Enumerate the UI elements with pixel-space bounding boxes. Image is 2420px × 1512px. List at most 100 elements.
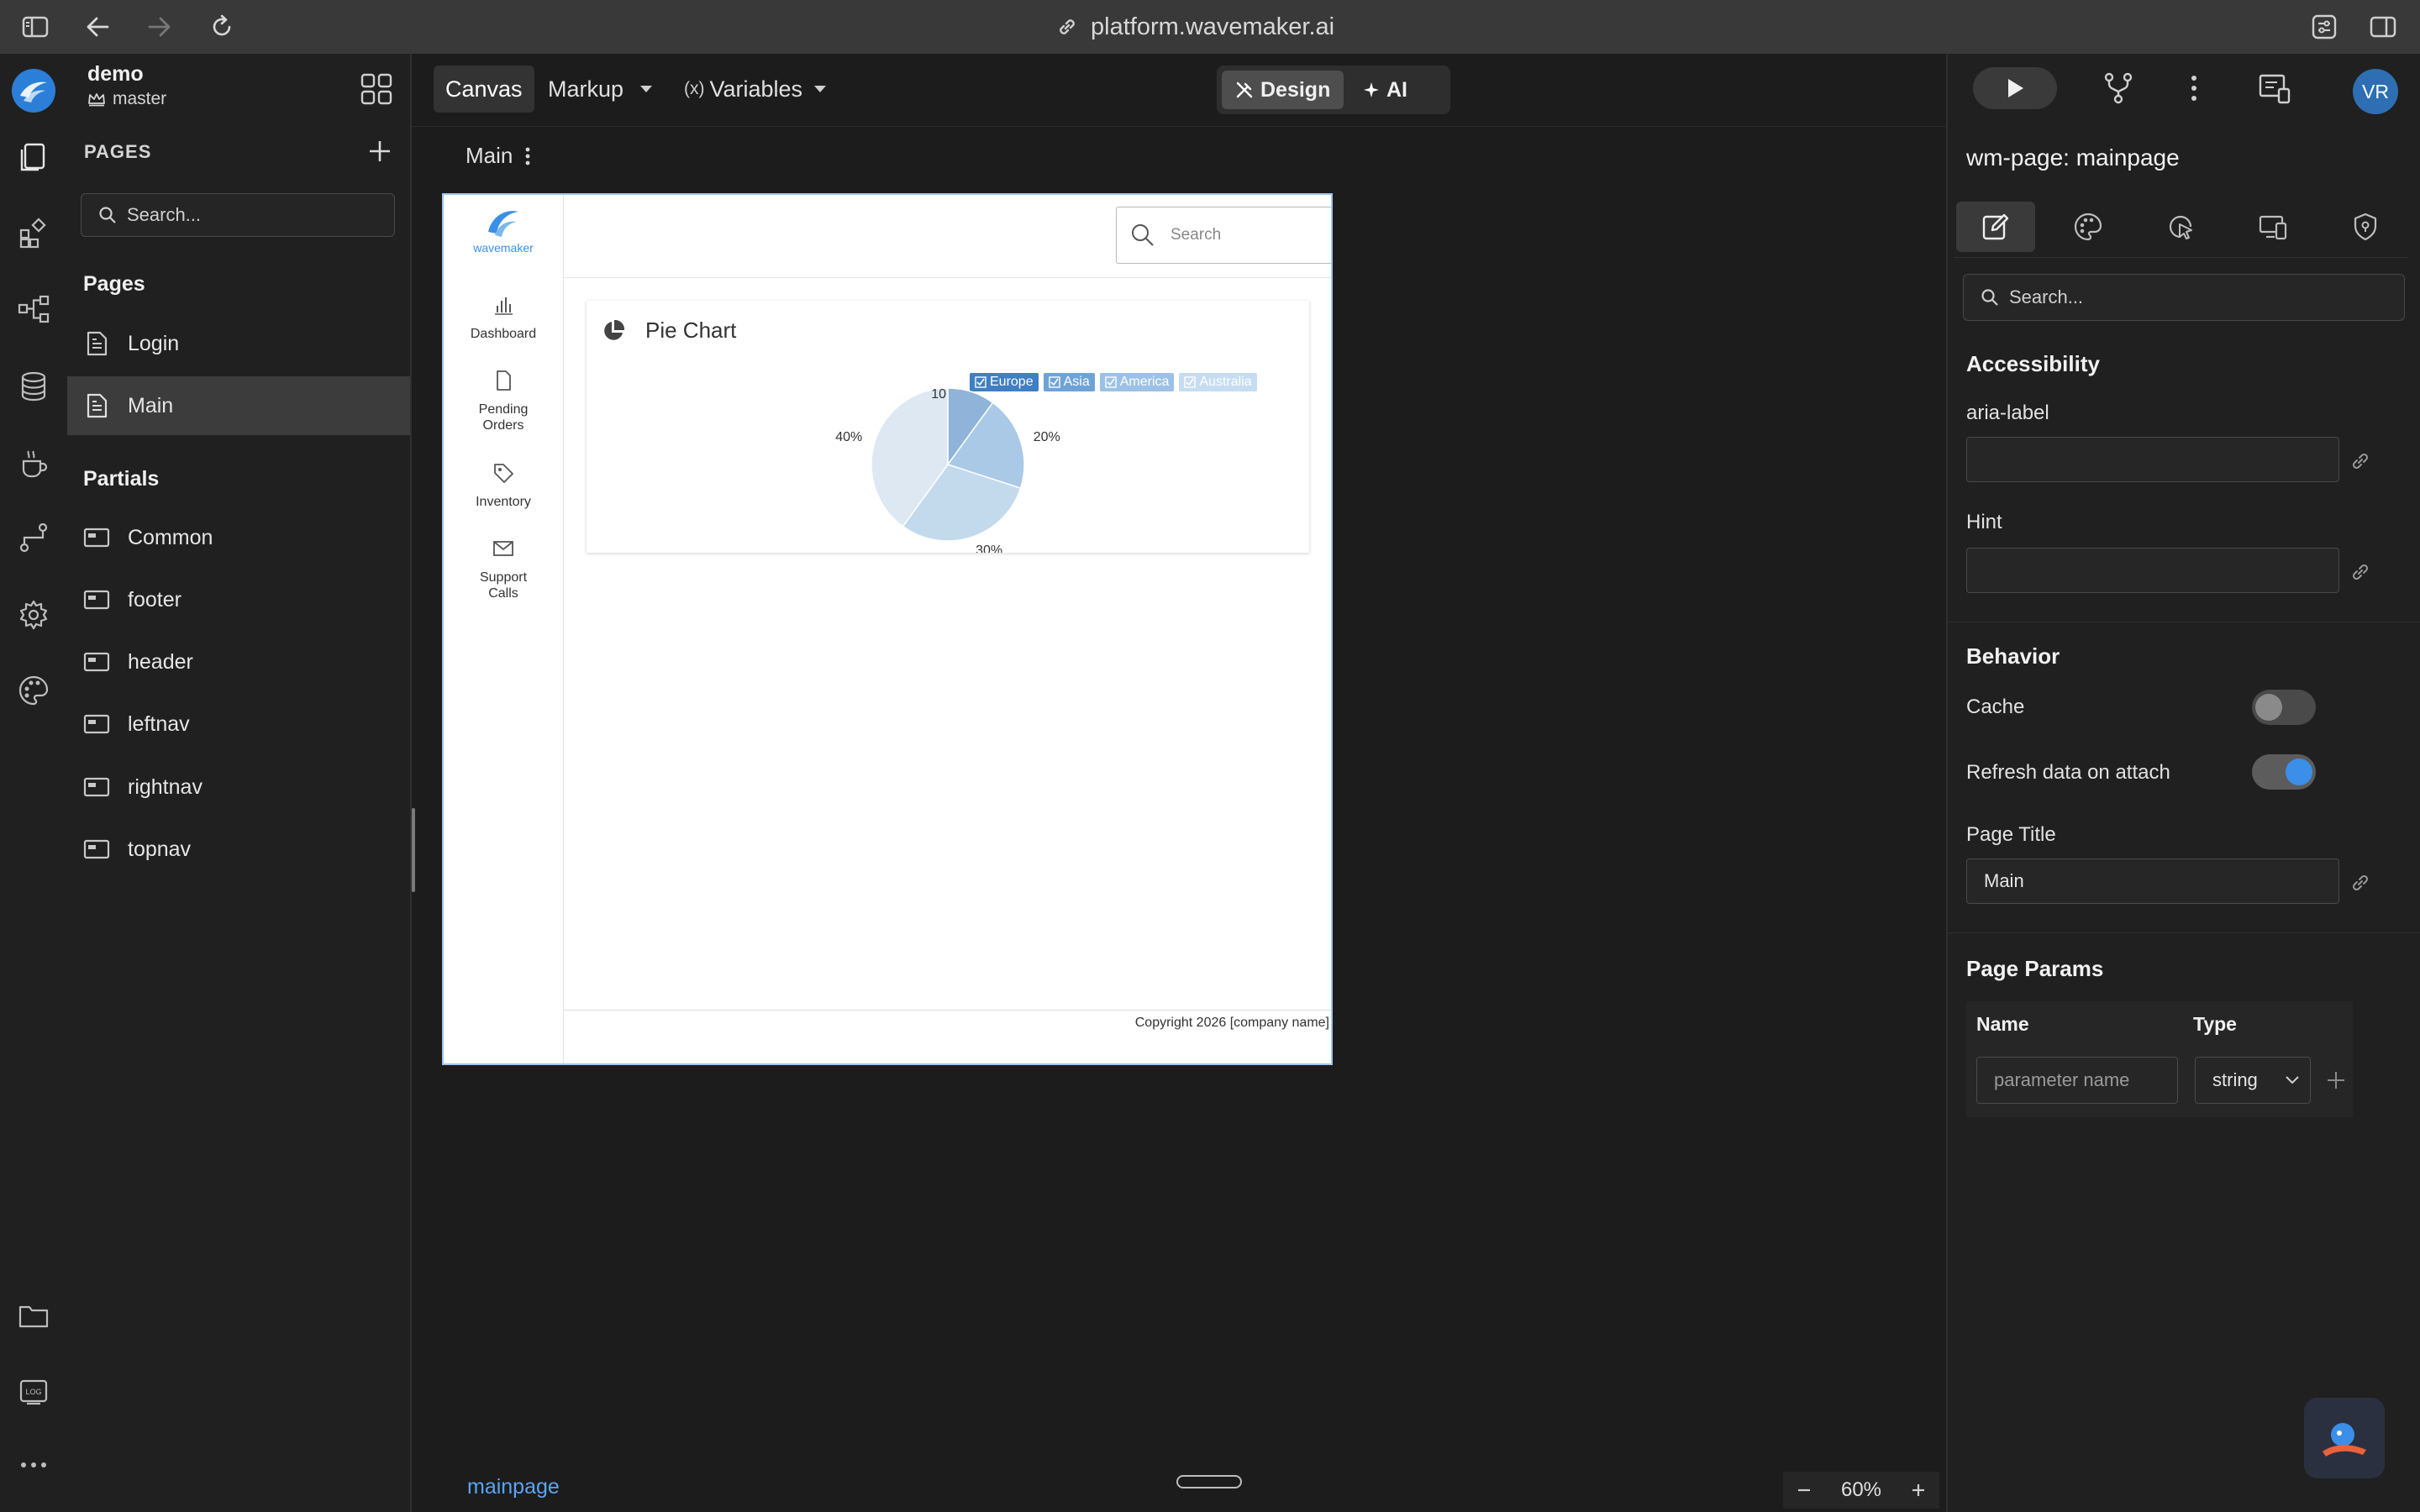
pages-search-input[interactable]: Search... [81, 193, 395, 237]
partial-item-footer[interactable]: footer [67, 570, 410, 629]
more-vertical-icon[interactable] [2181, 69, 2207, 108]
app-grid-icon[interactable] [358, 71, 395, 108]
pages-icon[interactable] [15, 138, 52, 175]
api-connector-icon[interactable] [15, 519, 52, 556]
forward-arrow-icon[interactable] [145, 12, 175, 42]
more-horizontal-icon[interactable] [15, 1446, 52, 1483]
palette-icon [2073, 212, 2103, 242]
add-page-icon[interactable] [365, 136, 395, 166]
tab-security[interactable] [2326, 202, 2405, 252]
settings-gear-icon[interactable] [15, 596, 52, 633]
nav-item-support-calls[interactable]: Support Calls [444, 536, 563, 601]
preview-leftnav[interactable]: wavemaker Dashboard Pending Orders Inven… [444, 195, 564, 1063]
partial-item-header[interactable]: header [67, 633, 410, 691]
widgets-icon[interactable] [15, 215, 52, 252]
hint-input[interactable] [1966, 548, 2339, 593]
aria-label-input[interactable] [1966, 437, 2339, 482]
address-bar[interactable]: platform.wavemaker.ai [1055, 12, 1334, 42]
edit-icon [1981, 212, 2011, 242]
logs-icon[interactable]: LOG [15, 1373, 52, 1410]
partial-icon [82, 585, 111, 614]
bind-link-icon[interactable] [2349, 872, 2371, 894]
tab-device[interactable] [2233, 202, 2312, 252]
wavemaker-logo-icon[interactable] [8, 66, 59, 116]
section-divider [1946, 932, 2420, 933]
search-icon [98, 206, 117, 224]
tab-styles[interactable] [2049, 202, 2128, 252]
extensions-icon[interactable] [2309, 12, 2339, 42]
help-assistant-button[interactable] [2304, 1398, 2385, 1478]
flow-diagram-icon[interactable] [15, 291, 52, 328]
tab-canvas[interactable]: Canvas [434, 66, 534, 113]
partial-item-label: leftnav [128, 711, 190, 736]
nav-item-label: Dashboard [470, 327, 537, 341]
page-name-link[interactable]: mainpage [467, 1475, 560, 1499]
search-icon [1130, 223, 1155, 248]
more-vertical-icon[interactable] [524, 146, 531, 166]
database-icon[interactable] [15, 368, 52, 405]
pie-chart-card[interactable]: Pie Chart Europe Asia America Australia 10 2… [587, 301, 1309, 553]
reload-icon[interactable] [207, 12, 237, 42]
page-title-input[interactable]: Main [1966, 858, 2339, 904]
pie-slice-label: 20% [1034, 430, 1060, 444]
param-name-input[interactable]: parameter name [1976, 1057, 2178, 1104]
partial-item-label: topnav [128, 837, 192, 861]
partial-icon [82, 648, 111, 676]
tab-events[interactable] [2141, 202, 2220, 252]
param-type-select[interactable]: string [2195, 1057, 2311, 1104]
panel-resize-handle[interactable] [412, 808, 415, 892]
partial-item-rightnav[interactable]: rightnav [67, 758, 410, 816]
add-param-icon[interactable] [2324, 1068, 2348, 1092]
folder-icon[interactable] [15, 1297, 52, 1334]
cache-toggle[interactable] [2252, 690, 2316, 725]
pie-slice-label: 40% [835, 430, 862, 444]
properties-tabs [1954, 198, 2408, 258]
pie-slice-label: 30% [976, 543, 1002, 553]
tab-markup[interactable]: Markup [536, 66, 666, 113]
project-name[interactable]: demo [87, 62, 144, 87]
pie-chart[interactable]: 10 20% 30% 40% [587, 301, 1309, 553]
refresh-toggle[interactable] [2252, 754, 2316, 790]
partial-item-leftnav[interactable]: leftnav [67, 695, 410, 753]
preview-logo[interactable]: wavemaker [444, 205, 563, 256]
design-tools-icon [1235, 81, 1254, 99]
zoom-out-icon[interactable] [1795, 1481, 1813, 1499]
partial-item-label: footer [128, 587, 182, 612]
page-item-login[interactable]: Login [67, 314, 410, 373]
bind-link-icon[interactable] [2349, 561, 2371, 583]
partial-item-topnav[interactable]: topnav [67, 820, 410, 879]
nav-item-dashboard[interactable]: Dashboard [444, 292, 563, 342]
page-params-heading: Page Params [1966, 956, 2104, 981]
nav-item-inventory[interactable]: Inventory [444, 460, 563, 510]
design-mode-button[interactable]: Design [1222, 71, 1344, 109]
breadcrumb-page: Main [466, 143, 513, 168]
ai-mode-button[interactable]: AI [1349, 71, 1421, 109]
partial-item-label: Common [128, 525, 213, 549]
nav-item-pending-orders[interactable]: Pending Orders [444, 368, 563, 433]
preview-devices-icon[interactable] [2255, 69, 2294, 108]
partial-icon [82, 523, 111, 552]
page-item-main[interactable]: Main [67, 376, 410, 435]
zoom-in-icon[interactable] [1909, 1481, 1928, 1499]
java-services-icon[interactable] [15, 445, 52, 482]
preview-search-input[interactable]: Search [1116, 207, 1331, 264]
git-branch-icon[interactable] [2099, 69, 2138, 108]
user-avatar[interactable]: VR [2353, 69, 2398, 114]
back-arrow-icon[interactable] [82, 12, 113, 42]
url-text: platform.wavemaker.ai [1091, 13, 1335, 40]
run-button[interactable] [1973, 67, 2057, 109]
breadcrumb[interactable]: Main [466, 143, 531, 169]
tab-properties[interactable] [1956, 202, 2035, 252]
sidebar-toggle-icon[interactable] [20, 12, 50, 42]
split-view-icon[interactable] [2368, 12, 2398, 42]
canvas-scroll-handle[interactable] [1176, 1475, 1242, 1488]
tab-variables[interactable]: (x) Variables [672, 66, 839, 113]
branch-selector[interactable]: master [87, 89, 166, 109]
page-preview[interactable]: wavemaker Dashboard Pending Orders Inven… [442, 193, 1333, 1065]
nav-item-label: Pending Orders [478, 402, 529, 433]
devices-icon [2258, 212, 2288, 242]
themes-palette-icon[interactable] [15, 672, 52, 709]
partial-item-common[interactable]: Common [67, 508, 410, 567]
bind-link-icon[interactable] [2349, 450, 2371, 472]
properties-search-input[interactable]: Search... [1963, 274, 2405, 321]
